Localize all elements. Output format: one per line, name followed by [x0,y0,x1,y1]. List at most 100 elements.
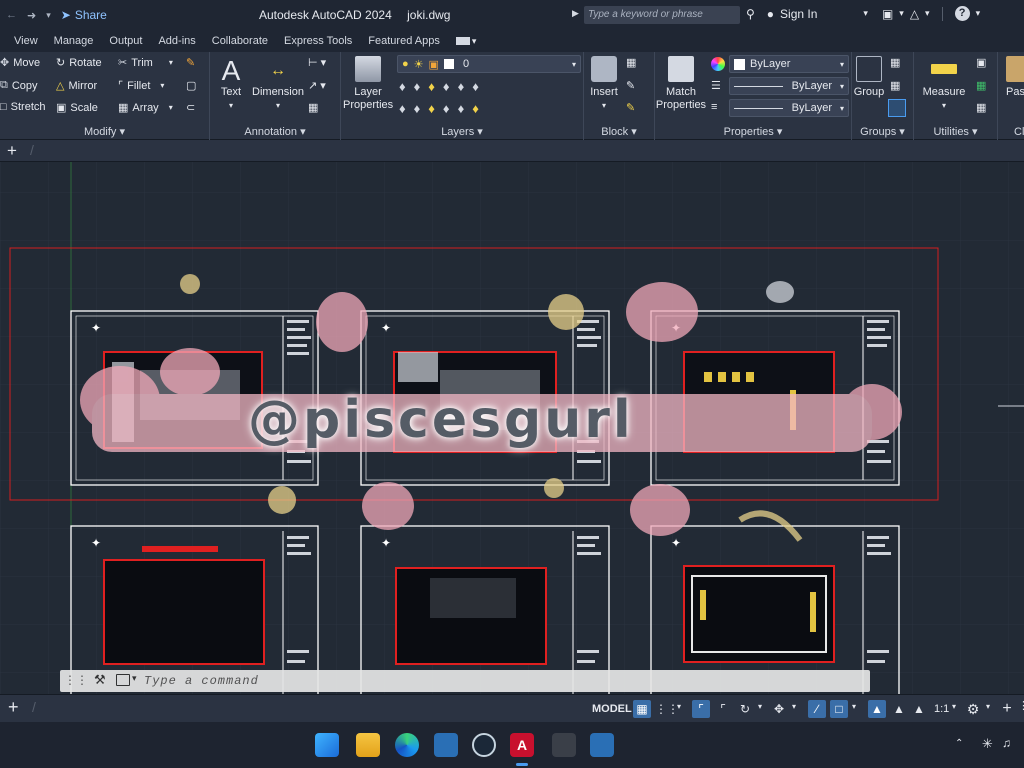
grip-icon[interactable]: ⋮⋮ [64,673,88,687]
block-panel-label[interactable]: Block ▾ [584,125,654,138]
layer-tool-icon[interactable]: ♦ [472,79,479,94]
edge-browser-icon[interactable] [395,733,419,757]
dimension-button[interactable]: ↔ Dimension ▾ [250,56,306,112]
utilities-panel-label[interactable]: Utilities ▾ [914,125,997,138]
drawing-canvas[interactable]: ✦ ✦ ✦ ✦ ✦ @piscesgurl [0,162,1024,694]
modify-panel-label[interactable]: Modify ▾ [0,125,209,138]
annotation-scale-icon[interactable]: ▲ [910,700,928,718]
tab-add-ins[interactable]: Add-ins [150,35,203,47]
dropdown-caret-icon[interactable]: ▾ [160,81,164,90]
tray-chevron-icon[interactable]: ⌃ [955,738,963,749]
object-snap-tracking-icon[interactable]: ∕ [808,700,826,718]
groups-panel-label[interactable]: Groups ▾ [852,125,913,138]
grid-display-icon[interactable]: ▦ [633,700,651,718]
block-attributes-icon[interactable]: ✎ [626,101,635,114]
erase-icon[interactable]: ✎ [186,56,195,69]
layer-tool-icon[interactable]: ♦ [399,79,406,94]
workspace-gear-icon[interactable]: ⚙ [964,700,982,718]
dropdown-caret-icon[interactable]: ▾ [899,8,904,19]
sketchup-icon[interactable] [434,733,458,757]
paste-button[interactable]: Pas [1006,56,1024,99]
leader-icon[interactable]: ↗ ▾ [308,79,326,92]
clipboard-panel-label[interactable]: Cl [1014,126,1024,138]
group-button[interactable]: Group [852,56,886,99]
infer-constraints-icon[interactable]: ⌜ [692,700,710,718]
fillet-button[interactable]: ⌜ Fillet ▾ [118,79,164,93]
command-line[interactable]: ⋮⋮ ⚒ ▾ Type a command [60,670,870,692]
tab-output[interactable]: Output [101,35,150,47]
autocad-app-icon[interactable]: A [510,733,534,757]
dropdown-caret-icon[interactable]: ▾ [863,8,868,19]
layer-tool-icon[interactable]: ♦ [428,101,435,116]
rotate-button[interactable]: ↻ Rotate [56,56,102,70]
annotation-scale-value[interactable]: 1:1 [934,703,949,715]
command-input[interactable]: Type a command [144,674,259,688]
dropdown-caret-icon[interactable]: ▾ [925,8,930,19]
customize-plus-icon[interactable]: + [998,700,1016,718]
layer-tool-icon[interactable]: ♦ [443,79,450,94]
dropdown-caret-icon[interactable]: ▾ [976,8,981,19]
dropdown-caret-icon[interactable]: ▾ [169,103,173,112]
layer-tool-icon[interactable]: ♦ [443,101,450,116]
ribbon-toggle-icon[interactable] [455,37,470,45]
dropdown-caret-icon[interactable]: ▾ [472,36,477,47]
copy-button[interactable]: ⧉ Copy [0,79,38,92]
color-wheel-icon[interactable] [711,57,725,71]
explode-icon[interactable]: ▢ [186,79,196,92]
model-space-button[interactable]: MODEL [588,700,636,718]
isodraft-icon[interactable]: ✥ [770,700,788,718]
lineweight-icon[interactable]: ≡ [711,101,717,113]
spreadsheet-icon[interactable]: ▦ [976,79,986,92]
dropdown-caret-icon[interactable]: ▾ [169,58,173,67]
snap-mode-icon[interactable]: ⋮⋮ [655,700,679,718]
dropdown-caret-icon[interactable]: ▾ [792,702,796,711]
layer-tool-icon[interactable]: ♦ [414,101,421,116]
match-properties-button[interactable]: Match Properties [655,56,707,112]
redo-arrow-icon[interactable]: ➜ [27,9,36,22]
stretch-button[interactable]: □ Stretch [0,101,46,113]
dropdown-caret-icon[interactable]: ▾ [852,702,856,711]
command-history-icon[interactable] [116,674,130,686]
sign-in-button[interactable]: Sign In [780,7,817,21]
network-icon[interactable]: △ [910,7,919,21]
tab-collaborate[interactable]: Collaborate [204,35,276,47]
annotation-visibility-icon[interactable]: ▲ [868,700,886,718]
layer-tool-icon[interactable]: ♦ [428,79,435,94]
ortho-mode-icon[interactable]: ⌜ [714,700,732,718]
layer-properties-button[interactable]: Layer Properties [343,56,393,112]
sketchup-layout-icon[interactable] [590,733,614,757]
user-icon[interactable]: ● [767,7,774,21]
layer-tool-icon[interactable]: ♦ [414,79,421,94]
tab-manage[interactable]: Manage [46,35,102,47]
chevron-right-icon[interactable]: ▶ [572,8,579,19]
lineweight-dropdown[interactable]: ByLayer ▾ [729,99,849,117]
layer-dropdown[interactable]: ● ☀ ▣ 0 ▾ [397,55,581,73]
linear-dim-icon[interactable]: ⊢ ▾ [308,56,326,69]
add-layout-icon[interactable]: + [8,697,19,718]
annotation-panel-label[interactable]: Annotation ▾ [210,125,340,138]
scale-button[interactable]: ▣ Scale [56,101,98,115]
quick-select-icon[interactable]: ▣ [976,56,986,69]
mirror-button[interactable]: △ Mirror [56,79,97,93]
help-icon[interactable]: ? [954,6,970,21]
tab-featured-apps[interactable]: Featured Apps [360,35,448,47]
undo-arrow-icon[interactable]: ← [6,9,17,21]
table-icon[interactable]: ▦ [308,101,318,114]
search-icon[interactable]: ⚲ [746,7,755,21]
array-button[interactable]: ▦ Array ▾ [118,101,173,115]
create-block-icon[interactable]: ▦ [626,56,636,69]
unity-icon[interactable] [552,733,576,757]
new-tab-icon[interactable]: + [7,141,17,161]
layer-tool-icon[interactable]: ♦ [458,79,465,94]
tab-express-tools[interactable]: Express Tools [276,35,360,47]
insert-button[interactable]: Insert ▾ [586,56,622,112]
move-button[interactable]: ✥ Move [0,56,40,70]
wifi-icon[interactable]: ✳ [982,736,993,752]
file-explorer-icon[interactable] [356,733,380,757]
offset-icon[interactable]: ⊂ [186,101,195,114]
layers-panel-label[interactable]: Layers ▾ [341,125,583,138]
share-button[interactable]: ➤ Share [61,8,107,22]
tab-view[interactable]: View [0,35,46,47]
linetype-icon[interactable]: ☰ [711,79,721,92]
start-menu-icon[interactable] [315,733,339,757]
